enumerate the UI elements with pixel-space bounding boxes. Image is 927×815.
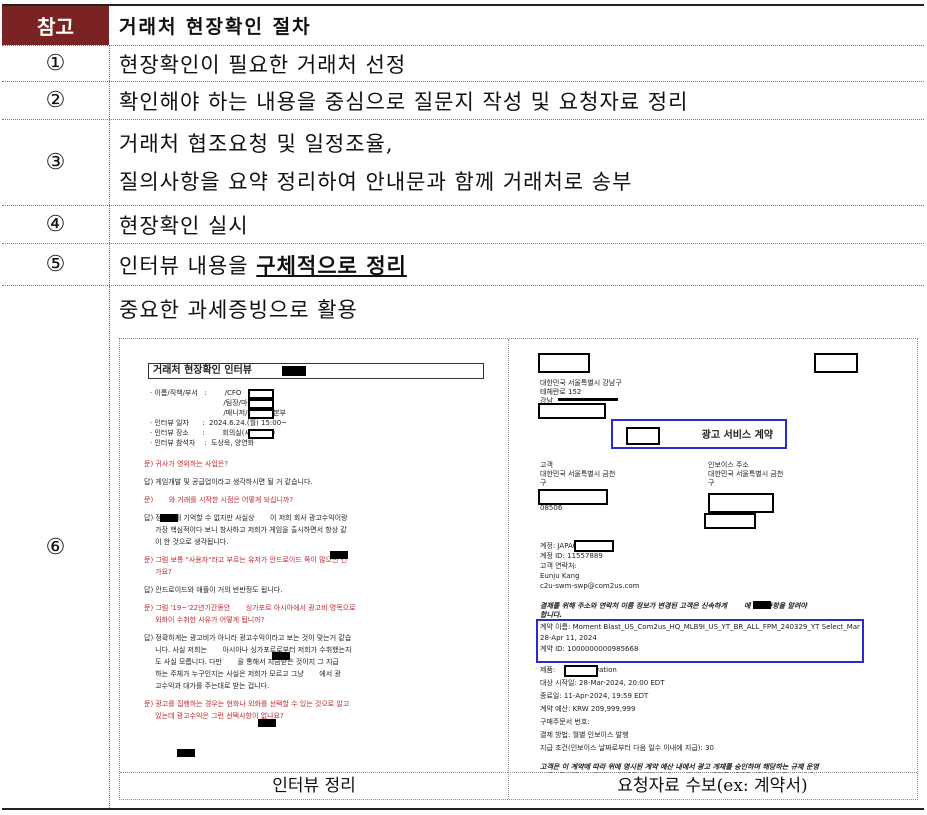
step-text-emphasis: 구체적으로 정리 — [256, 253, 407, 278]
step-text: 인터뷰 내용을 구체적으로 정리 — [119, 244, 924, 285]
step-number: ③ — [2, 120, 110, 205]
step-row: ③ 거래처 협조요청 및 일정조율, 질의사항을 요약 정리하여 안내문과 함께… — [2, 120, 924, 206]
step-text: 현장확인 실시 — [119, 213, 249, 238]
redaction-box — [704, 513, 756, 529]
redaction-box — [814, 353, 858, 373]
step-text-line: 질의사항을 요약 정리하여 안내문과 함께 거래처로 송부 — [119, 169, 633, 194]
redaction-box — [626, 427, 660, 445]
invoice-address-line: 대한민국 서울특별시 금천 — [708, 470, 784, 478]
step-text: 현장확인이 필요한 거래처 선정 — [119, 52, 407, 77]
evidence-panel: 거래처 현장확인 인터뷰 · 이름/직책/부서 : /CFO /팀장/마케팅본부 … — [119, 338, 918, 800]
redaction-box — [538, 403, 606, 419]
redaction-box — [564, 665, 598, 677]
reference-badge: 참고 — [2, 6, 109, 45]
account-line: 고객 연락처: — [540, 562, 577, 570]
redaction-box — [330, 551, 348, 559]
contract-pane: 대한민국 서울특별시 강남구 테헤란로 152 강남 광고 서비스 계약 고객 대한민국 … — [508, 339, 917, 799]
contract-detail-line: 구매주문서 번호: — [540, 718, 590, 726]
step-text-line: 거래처 협조요청 및 일정조율, — [119, 131, 394, 156]
answer-line: 이 한 것으로 생각됩니다. — [144, 538, 229, 546]
contract-detail-line: 계약 예산: KRW 209,999,999 — [540, 705, 636, 713]
step-row: ② 확인해야 하는 내용을 중심으로 질문지 작성 및 요청자료 정리 — [2, 82, 924, 120]
contract-document-image: 대한민국 서울특별시 강남구 테헤란로 152 강남 광고 서비스 계약 고객 대한민국 … — [508, 339, 917, 773]
answer-line: 답) 안드로이드와 애플이 거의 반반정도 됩니다. — [144, 586, 283, 594]
answer-line: 답) 게임개발 및 공급업이라고 생각하시면 될 거 같습니다. — [144, 478, 313, 486]
contract-detail-line: 지급 조건(인보이스 날짜로부터 다음 일수 이내에 지급): 30 — [540, 744, 714, 752]
step-number: ⑤ — [2, 244, 110, 285]
step-text: 거래처 협조요청 및 일정조율, 질의사항을 요약 정리하여 안내문과 함께 거… — [119, 120, 924, 205]
client-label: 고객 — [540, 461, 553, 469]
contract-caption: 요청자료 수보(ex: 계약서) — [508, 772, 917, 799]
redaction-box — [538, 489, 608, 505]
question-line: 문) 그럼 보통 "사용자"라고 부르는 유저가 안드로이드 쪽이 많으신 건 — [144, 556, 348, 564]
redaction-box — [248, 429, 274, 439]
step-row: ⑤ 인터뷰 내용을 구체적으로 정리 — [2, 244, 924, 286]
question-line: 가요? — [144, 568, 172, 576]
interview-document-image: 거래처 현장확인 인터뷰 · 이름/직책/부서 : /CFO /팀장/마케팅본부 … — [120, 339, 508, 773]
client-address-line: 구 — [540, 479, 547, 487]
answer-line: 고수익과 대가를 주는대로 받는 겁니다. — [144, 682, 270, 690]
interview-caption: 인터뷰 정리 — [120, 772, 508, 799]
redaction-box — [708, 493, 774, 513]
question-line: 문) 귀사가 영위하는 사업은? — [144, 460, 228, 468]
account-line: c2u-swm-swp@com2us.com — [540, 582, 640, 590]
question-line: 문) 광고를 집행하는 경우는 현화나 외화를 선택할 수 있는 것으로 알고 — [144, 700, 350, 708]
answer-line: 답) 정확하게는 광고비가 아니라 광고수익이라고 보는 것이 맞는거 같습 — [144, 634, 352, 642]
client-address-line: 대한민국 서울특별시 금천 — [540, 470, 616, 478]
step-number: ④ — [2, 206, 110, 243]
address-line: 대한민국 서울특별시 강남구 — [540, 379, 622, 387]
redaction-box — [258, 719, 276, 727]
step-row: ④ 현장확인 실시 — [2, 206, 924, 244]
client-zip: 08506 — [540, 504, 563, 512]
step-text-line: 중요한 과세증빙으로 활용 — [119, 298, 358, 322]
campaign-line: 계약 ID: 1000000000985668 — [540, 645, 639, 653]
question-line: 외화이 수취한 사유가 어떻게 됩니까? — [144, 616, 265, 624]
answer-line: 니다. 사실 저희는 아시아나 싱가포르로부터 저희가 수취했는지 — [144, 646, 352, 654]
campaign-line: 28-Apr 11, 2024 — [540, 634, 597, 642]
interview-field: · 이름/직책/부서 : /CFO — [150, 389, 242, 397]
campaign-line: 계약 이름: Moment Blast_US_Com2us_HQ_MLB9I_U… — [540, 623, 860, 631]
redaction-box — [558, 398, 618, 401]
footer-line: 고객은 이 계약에 따라 위에 명시된 계약 예산 내에서 광고 게재를 승인하… — [540, 763, 819, 771]
redaction-box — [177, 749, 195, 757]
step-text-prefix: 인터뷰 내용을 — [119, 253, 257, 278]
answer-line: 하는 주체가 누구인지는 사실은 저희가 모르고 그냥 에서 광 — [144, 670, 341, 678]
redaction-box — [248, 389, 274, 399]
step-text: 확인해야 하는 내용을 중심으로 질문지 작성 및 요청자료 정리 — [119, 89, 689, 114]
question-line: 문) 와 거래를 시작한 시점은 어떻게 되십니까? — [144, 496, 294, 504]
redaction-box — [753, 601, 771, 609]
step-row: ⑥ 중요한 과세증빙으로 활용 거래처 현장확인 인터뷰 · 이름/직책/부서 :… — [2, 286, 924, 808]
answer-line: 도 사실 모릅니다. 다만 을 통해서 지금받은 것이지 그 지급 — [144, 658, 339, 666]
redaction-box — [272, 652, 290, 660]
contract-detail-line: 결제 방법: 월별 인보이스 발행 — [540, 731, 629, 739]
interview-title: 거래처 현장확인 인터뷰 — [148, 363, 484, 379]
contract-detail-line: 대상 시작일: 28-Mar-2024, 20:00 EDT — [540, 679, 665, 687]
account-line: Eunju Kang — [540, 572, 580, 580]
table-header: 참고 거래처 현장확인 절차 — [2, 6, 924, 46]
redaction-box — [160, 514, 178, 522]
account-line: 계정 ID: 11557889 — [540, 552, 603, 560]
redaction-box — [282, 366, 306, 376]
invoice-label: 인보이스 주소 — [708, 461, 749, 469]
step-row: ① 현장확인이 필요한 거래처 선정 — [2, 46, 924, 82]
invoice-address-line: 구 — [708, 479, 715, 487]
redaction-box — [248, 409, 274, 419]
interview-field: · 인터뷰 일자 : 2024.6.24.(월) 15:00~ — [150, 419, 288, 427]
procedure-table: 참고 거래처 현장확인 절차 ① 현장확인이 필요한 거래처 선정 ② 확인해야… — [2, 4, 924, 810]
interview-field: · 인터뷰 참석자 : 도상욱, 양연화 — [150, 439, 255, 447]
redaction-box — [538, 353, 590, 373]
step-number: ② — [2, 82, 110, 119]
step-number: ① — [2, 46, 110, 81]
question-line: 문) 그럼 '19~'22년기간동안 싱가포르 아시아에서 광고비 명목으로 — [144, 604, 356, 612]
address-line: 테헤란로 152 — [540, 388, 582, 396]
answer-line: 가장 핵심적이다 보니 창사하고 저희가 게임을 출시하면서 항상 같 — [144, 526, 347, 534]
page-title: 거래처 현장확인 절차 — [119, 16, 312, 38]
interview-pane: 거래처 현장확인 인터뷰 · 이름/직책/부서 : /CFO /팀장/마케팅본부 … — [120, 339, 509, 799]
redaction-box — [248, 399, 274, 409]
redaction-box — [574, 540, 614, 552]
step-number: ⑥ — [2, 286, 110, 808]
contract-detail-line: 종료일: 11-Apr-2024, 19:59 EDT — [540, 692, 649, 700]
